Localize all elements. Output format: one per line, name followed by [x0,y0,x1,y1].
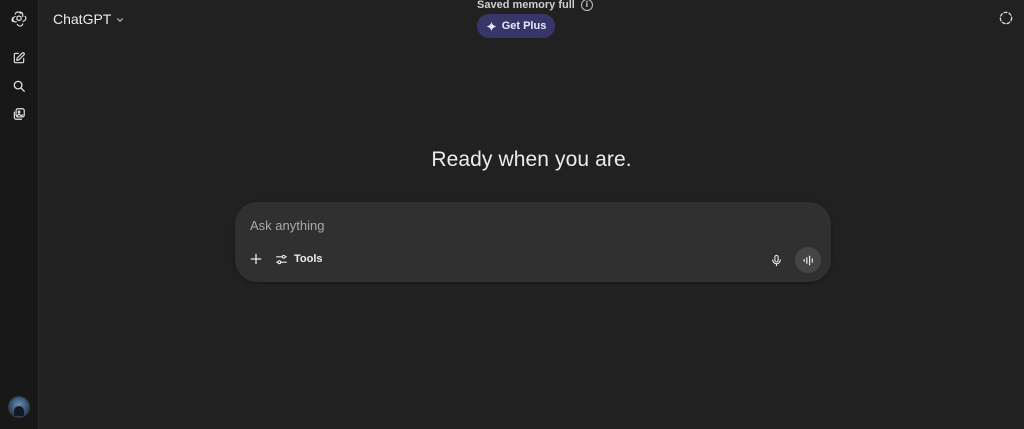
add-attachment-button[interactable] [247,250,265,268]
message-input[interactable] [250,216,810,234]
plus-icon [250,253,262,265]
tools-button[interactable]: Tools [275,250,323,268]
new-chat-icon[interactable] [8,47,30,69]
page-title: Ready when you are. [431,148,632,171]
sparkle-icon [486,20,497,32]
chevron-down-icon [117,17,124,22]
model-name: ChatGPT [53,11,112,27]
model-selector[interactable]: ChatGPT [53,9,125,29]
chat-composer: Tools [235,202,831,282]
memory-banner: Saved memory full i [477,0,593,12]
library-icon[interactable] [8,103,30,125]
sidebar-rail [0,0,39,429]
microphone-icon [771,254,781,266]
get-plus-button[interactable]: Get Plus [477,14,555,38]
info-icon[interactable]: i [580,0,593,11]
search-icon[interactable] [8,75,30,97]
voice-mode-button[interactable] [795,247,821,273]
temporary-chat-icon[interactable] [998,10,1014,26]
get-plus-label: Get Plus [501,20,547,32]
tools-label: Tools [294,253,323,265]
main-content: ChatGPT Saved memory full i Get Plus Rea… [39,0,1024,429]
openai-logo-icon[interactable] [8,8,30,30]
user-avatar[interactable] [9,397,29,417]
sliders-icon [276,254,287,264]
app-window: ChatGPT Saved memory full i Get Plus Rea… [0,0,1024,429]
memory-notice: Saved memory full [477,0,575,11]
voice-waveform-icon [803,255,813,265]
dictate-button[interactable] [767,251,785,269]
